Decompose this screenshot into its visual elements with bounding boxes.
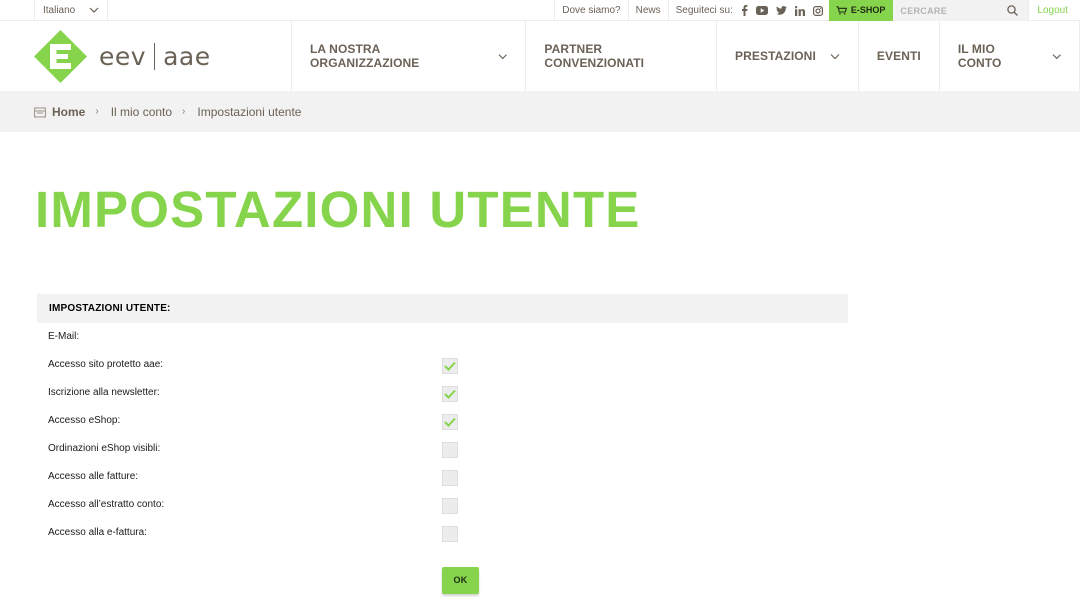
site-header: eev aae LA NOSTRA ORGANIZZAZIONE PARTNER … <box>0 21 1080 91</box>
setting-label: Ordinazioni eShop visibli: <box>48 443 161 454</box>
setting-label: Accesso alle fatture: <box>48 471 139 482</box>
nav-item-partner[interactable]: PARTNER CONVENZIONATI <box>525 21 716 91</box>
chevron-down-icon <box>830 53 840 59</box>
nav-item-mio-conto[interactable]: IL MIO CONTO <box>938 21 1080 91</box>
top-right-links: Dove siamo? News Seguiteci su: E-SHOP Lo… <box>554 0 1080 21</box>
breadcrumb-separator-icon: › <box>182 106 186 117</box>
instagram-icon[interactable] <box>812 5 823 16</box>
chevron-down-icon <box>1052 53 1061 59</box>
breadcrumb-item-current: Impostazioni utente <box>197 104 302 119</box>
ok-button[interactable]: OK <box>442 567 479 594</box>
newsletter-checkbox[interactable] <box>442 386 458 402</box>
checkmark-icon <box>444 389 456 399</box>
email-label: E-Mail: <box>48 331 80 342</box>
language-selector[interactable]: Italiano <box>34 0 108 21</box>
top-utility-bar: Italiano Dove siamo? News Seguiteci su: … <box>0 0 1080 21</box>
nav-label: IL MIO CONTO <box>957 42 1002 70</box>
logo-mark-icon <box>34 30 87 83</box>
eshop-button[interactable]: E-SHOP <box>828 0 894 21</box>
setting-label: Accesso all’estratto conto: <box>48 499 165 510</box>
setting-label: Accesso sito protetto aae: <box>48 359 164 370</box>
setting-label: Accesso eShop: <box>48 415 121 426</box>
e-invoice-checkbox[interactable] <box>442 526 458 542</box>
breadcrumb-separator-icon: › <box>95 106 99 117</box>
eshop-orders-checkbox[interactable] <box>442 442 458 458</box>
logo-text-right: aae <box>163 42 211 71</box>
eshop-label: E-SHOP <box>850 5 886 15</box>
main-navigation: LA NOSTRA ORGANIZZAZIONE PARTNER CONVENZ… <box>291 21 1080 91</box>
setting-row: Accesso eShop: <box>37 407 848 435</box>
setting-label: Iscrizione alla newsletter: <box>48 387 160 398</box>
setting-row: Ordinazioni eShop visibli: <box>37 435 848 463</box>
news-link[interactable]: News <box>627 0 668 21</box>
breadcrumb-home[interactable]: Home <box>52 105 85 119</box>
chevron-down-icon <box>89 7 99 13</box>
where-link[interactable]: Dove siamo? <box>554 0 627 21</box>
user-settings-form: IMPOSTAZIONI UTENTE: E-Mail: Accesso sit… <box>37 294 848 547</box>
breadcrumb-bar: Home › Il mio conto › Impostazioni utent… <box>0 91 1080 132</box>
follow-label: Seguiteci su: <box>675 5 733 16</box>
youtube-icon[interactable] <box>755 6 768 15</box>
page-title: IMPOSTAZIONI UTENTE <box>35 181 641 238</box>
chevron-down-icon <box>498 53 507 59</box>
search-box <box>893 0 1029 21</box>
logo-divider <box>154 43 156 70</box>
twitter-icon[interactable] <box>775 6 787 15</box>
nav-label: PARTNER CONVENZIONATI <box>544 42 645 70</box>
nav-item-prestazioni[interactable]: PRESTAZIONI <box>716 21 858 91</box>
logo-text-left: eev <box>99 42 147 71</box>
logo-wordmark: eev aae <box>99 42 211 71</box>
breadcrumb-item-mio-conto[interactable]: Il mio conto <box>111 105 172 119</box>
setting-row: Accesso alle fatture: <box>37 463 848 491</box>
checkmark-icon <box>444 361 456 371</box>
logout-link[interactable]: Logout <box>1028 0 1080 21</box>
setting-row: Accesso sito protetto aae: <box>37 351 848 379</box>
nav-label: LA NOSTRA ORGANIZZAZIONE <box>310 42 420 70</box>
breadcrumb: Home › Il mio conto › Impostazioni utent… <box>34 91 301 132</box>
facebook-icon[interactable] <box>741 5 748 16</box>
setting-row: Accesso alla e-fattura: <box>37 519 848 547</box>
cart-icon <box>836 6 847 15</box>
setting-row: Iscrizione alla newsletter: <box>37 379 848 407</box>
social-links: Seguiteci su: <box>667 0 829 21</box>
language-label: Italiano <box>43 5 76 16</box>
logo[interactable]: eev aae <box>34 30 211 83</box>
setting-label: Accesso alla e-fattura: <box>48 527 147 538</box>
nav-item-eventi[interactable]: EVENTI <box>857 21 939 91</box>
search-icon[interactable] <box>1007 5 1019 16</box>
linkedin-icon[interactable] <box>794 5 805 16</box>
protected-site-checkbox[interactable] <box>442 358 458 374</box>
setting-row: Accesso all’estratto conto: <box>37 491 848 519</box>
nav-label: PRESTAZIONI <box>735 49 816 63</box>
eshop-access-checkbox[interactable] <box>442 414 458 430</box>
nav-item-organizzazione[interactable]: LA NOSTRA ORGANIZZAZIONE <box>291 21 525 91</box>
statement-checkbox[interactable] <box>442 498 458 514</box>
checkmark-icon <box>444 417 456 427</box>
settings-heading: IMPOSTAZIONI UTENTE: <box>37 294 848 323</box>
invoices-checkbox[interactable] <box>442 470 458 486</box>
email-row: E-Mail: <box>37 323 848 351</box>
home-icon <box>34 107 46 117</box>
nav-label: EVENTI <box>876 49 921 63</box>
